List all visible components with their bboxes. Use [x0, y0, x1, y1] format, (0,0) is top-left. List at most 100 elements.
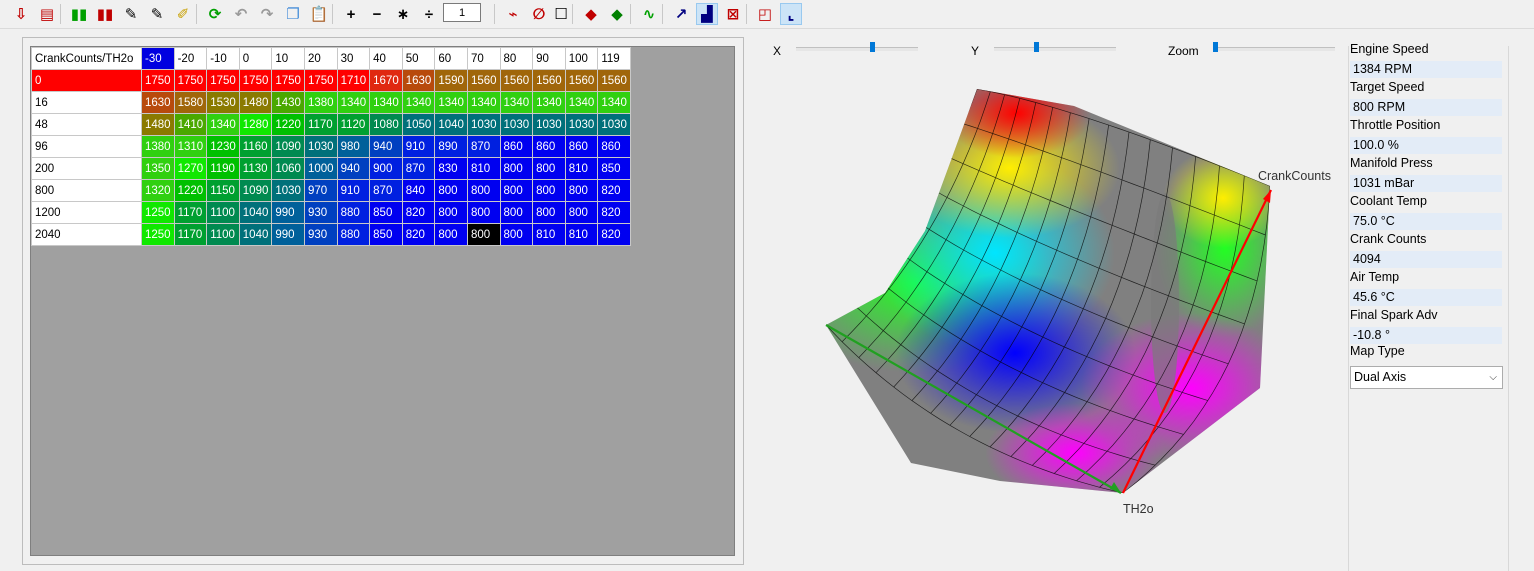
chart-2d-icon[interactable]: ↗ — [670, 3, 692, 25]
table-cell[interactable]: 1710 — [336, 69, 371, 92]
table-cell[interactable]: 800 — [466, 223, 501, 246]
table-cell[interactable]: 800 — [532, 157, 566, 180]
table-cell[interactable]: 810 — [466, 157, 501, 180]
table-cell[interactable]: 800 — [499, 179, 534, 202]
table-cell[interactable]: 1270 — [173, 157, 208, 180]
table-cell[interactable]: 1560 — [466, 69, 501, 92]
table-cell[interactable]: 1030 — [303, 135, 338, 158]
table-cell[interactable]: 1030 — [466, 113, 501, 136]
table-cell[interactable]: 990 — [271, 223, 305, 246]
table-cell[interactable]: 1080 — [369, 113, 403, 136]
add-icon[interactable]: + — [340, 3, 362, 25]
table-cell[interactable]: 800 — [434, 223, 468, 246]
import-icon[interactable]: ⇩ — [10, 3, 32, 25]
table-cell[interactable]: 980 — [336, 135, 371, 158]
table-cell[interactable]: 820 — [597, 179, 631, 202]
column-header[interactable]: 119 — [597, 47, 631, 70]
table-cell[interactable]: 1130 — [238, 157, 273, 180]
undo-icon[interactable]: ↶ — [230, 3, 252, 25]
row-header[interactable]: 48 — [31, 113, 142, 136]
table-cell[interactable]: 1380 — [303, 91, 338, 114]
table-cell[interactable]: 1560 — [499, 69, 534, 92]
row-header[interactable]: 96 — [31, 135, 142, 158]
row-header[interactable]: 16 — [31, 91, 142, 114]
table-cell[interactable]: 1160 — [238, 135, 273, 158]
table-cell[interactable]: 800 — [434, 201, 468, 224]
paste-icon[interactable]: 📋 — [308, 3, 330, 25]
table-cell[interactable]: 1560 — [532, 69, 566, 92]
table-cell[interactable]: 1630 — [141, 91, 175, 114]
chart-flat-icon[interactable]: ◰ — [754, 3, 776, 25]
table-cell[interactable]: 800 — [499, 201, 534, 224]
table-cell[interactable]: 1340 — [401, 91, 436, 114]
column-header[interactable]: 80 — [499, 47, 534, 70]
column-header[interactable]: 90 — [532, 47, 566, 70]
table-cell[interactable]: 1220 — [173, 179, 208, 202]
table-cell[interactable]: 930 — [303, 201, 338, 224]
table-cell[interactable]: 860 — [532, 135, 566, 158]
column-header[interactable]: -30 — [141, 47, 175, 70]
column-header[interactable]: 70 — [466, 47, 501, 70]
table-cell[interactable]: 850 — [369, 223, 403, 246]
table-cell[interactable]: 860 — [499, 135, 534, 158]
pause-green-icon[interactable]: ▮▮ — [68, 3, 90, 25]
table-cell[interactable]: 1430 — [271, 91, 305, 114]
chart-off-icon[interactable]: ⊠ — [722, 3, 744, 25]
table-cell[interactable]: 1340 — [206, 113, 240, 136]
table-cell[interactable]: 1230 — [206, 135, 240, 158]
column-header[interactable]: 50 — [401, 47, 436, 70]
eraser-icon[interactable]: ✐ — [172, 3, 194, 25]
table-cell[interactable]: 1350 — [141, 157, 175, 180]
table-cell[interactable]: 800 — [434, 179, 468, 202]
table-cell[interactable]: 1100 — [206, 223, 240, 246]
table-cell[interactable]: 1340 — [434, 91, 468, 114]
table-cell[interactable]: 810 — [532, 223, 566, 246]
table-cell[interactable]: 1050 — [401, 113, 436, 136]
table-cell[interactable]: 930 — [303, 223, 338, 246]
table-cell[interactable]: 1750 — [141, 69, 175, 92]
table-cell[interactable]: 1280 — [238, 113, 273, 136]
row-header[interactable]: 200 — [31, 157, 142, 180]
table-cell[interactable]: 1170 — [303, 113, 338, 136]
table-cell[interactable]: 1750 — [303, 69, 338, 92]
table-cell[interactable]: 1150 — [206, 179, 240, 202]
signal-icon[interactable]: ∿ — [638, 3, 660, 25]
table-cell[interactable]: 800 — [532, 201, 566, 224]
table-cell[interactable]: 1090 — [238, 179, 273, 202]
table-cell[interactable]: 1040 — [238, 201, 273, 224]
table-cell[interactable]: 1250 — [141, 223, 175, 246]
table-cell[interactable]: 890 — [434, 135, 468, 158]
table-cell[interactable]: 1530 — [206, 91, 240, 114]
table-cell[interactable]: 1220 — [271, 113, 305, 136]
table-cell[interactable]: 1000 — [303, 157, 338, 180]
table-cell[interactable]: 800 — [564, 201, 599, 224]
column-header[interactable]: 20 — [303, 47, 338, 70]
column-header[interactable]: -10 — [206, 47, 240, 70]
edit-pencil-icon[interactable]: ✎ — [120, 3, 142, 25]
table-cell[interactable]: 1410 — [173, 113, 208, 136]
table-cell[interactable]: 860 — [597, 135, 631, 158]
table-cell[interactable]: 800 — [499, 157, 534, 180]
step-value-input[interactable]: 1 — [443, 3, 481, 22]
table-cell[interactable]: 840 — [401, 179, 436, 202]
table-cell[interactable]: 880 — [336, 201, 371, 224]
export-icon[interactable]: ▤ — [36, 3, 58, 25]
table-cell[interactable]: 1340 — [466, 91, 501, 114]
axis-icon[interactable]: ⌞ — [780, 3, 802, 25]
table-cell[interactable]: 1030 — [271, 179, 305, 202]
checkbox-icon[interactable]: ☐ — [550, 3, 572, 25]
table-cell[interactable]: 1580 — [173, 91, 208, 114]
copy-icon[interactable]: ❐ — [282, 3, 304, 25]
column-header[interactable]: 0 — [238, 47, 273, 70]
table-cell[interactable]: 830 — [434, 157, 468, 180]
table-cell[interactable]: 1170 — [173, 201, 208, 224]
table-cell[interactable]: 1250 — [141, 201, 175, 224]
table-cell[interactable]: 800 — [466, 179, 501, 202]
table-cell[interactable]: 910 — [336, 179, 371, 202]
table-cell[interactable]: 1340 — [564, 91, 599, 114]
table-cell[interactable]: 810 — [564, 223, 599, 246]
table-cell[interactable]: 1590 — [434, 69, 468, 92]
table-cell[interactable]: 810 — [564, 157, 599, 180]
table-cell[interactable]: 1030 — [499, 113, 534, 136]
row-header[interactable]: 1200 — [31, 201, 142, 224]
